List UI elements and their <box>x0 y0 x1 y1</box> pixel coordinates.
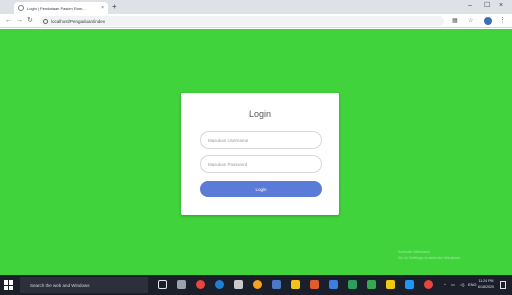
watermark-line-2: Go to Settings to activate Windows. <box>398 255 462 260</box>
address-bar-row: ← → ↻ localhost/Pengaduan/index ▦ ☆ ⋮ <box>0 14 512 28</box>
login-card: Login Login <box>181 93 339 215</box>
taskbar-search-placeholder: Search the web and Windows <box>30 282 90 288</box>
page-background: Login Login Activate Windows Go to Setti… <box>0 29 512 275</box>
browser-tab[interactable]: Login | Pendataan Pasien Rum... × <box>14 2 108 14</box>
opera-icon[interactable] <box>196 280 205 289</box>
edge-icon[interactable] <box>215 280 224 289</box>
google-drive-icon[interactable] <box>367 280 376 289</box>
taskbar-search-box[interactable]: Search the web and Windows <box>20 277 148 293</box>
volume-icon[interactable]: ◁) <box>460 282 464 287</box>
translate-icon[interactable]: ▦ <box>452 17 458 25</box>
login-button[interactable]: Login <box>200 181 322 197</box>
info-icon[interactable] <box>43 18 48 24</box>
url-text: localhost/Pengaduan/index <box>51 18 106 24</box>
forward-arrow-icon[interactable]: → <box>16 16 23 26</box>
password-field-wrapper <box>200 155 322 173</box>
close-window-button[interactable]: × <box>499 1 503 11</box>
minimize-button[interactable]: – <box>468 1 472 11</box>
clock-date: 6/18/2020 <box>478 285 494 289</box>
app-icon-orange[interactable] <box>310 280 319 289</box>
activate-windows-watermark: Activate Windows Go to Settings to activ… <box>398 249 461 261</box>
username-input[interactable] <box>208 137 321 143</box>
new-tab-button[interactable]: + <box>112 2 117 12</box>
username-field-wrapper <box>200 131 322 149</box>
star-icon[interactable]: ☆ <box>468 17 473 25</box>
task-view-icon[interactable] <box>158 280 167 289</box>
reload-icon[interactable]: ↻ <box>27 16 33 26</box>
language-indicator[interactable]: ENG <box>468 282 477 287</box>
maximize-button[interactable]: ☐ <box>484 1 490 11</box>
network-icon[interactable]: ▭ <box>451 282 455 287</box>
app-icon-blue-2[interactable] <box>329 280 338 289</box>
browser-tab-bar: Login | Pendataan Pasien Rum... × + – ☐ … <box>0 0 512 14</box>
back-arrow-icon[interactable]: ← <box>5 16 12 26</box>
taskbar: Search the web and Windows ^ ▭ ◁) ENG 11… <box>0 275 512 295</box>
screen: Login | Pendataan Pasien Rum... × + – ☐ … <box>0 0 512 295</box>
password-input[interactable] <box>208 161 321 167</box>
tray-chevron-icon[interactable]: ^ <box>444 282 446 287</box>
tab-close-icon[interactable]: × <box>101 5 104 11</box>
app-icon-blue[interactable] <box>272 280 281 289</box>
windows-start-icon[interactable] <box>4 280 14 290</box>
login-title: Login <box>248 109 272 119</box>
system-clock[interactable]: 11:24 PM 6/18/2020 <box>478 278 494 290</box>
app-icon-yellow[interactable] <box>386 280 395 289</box>
app-icon-green[interactable] <box>348 280 357 289</box>
firefox-icon[interactable] <box>253 280 262 289</box>
address-bar[interactable]: localhost/Pengaduan/index <box>40 16 444 26</box>
file-explorer-icon[interactable] <box>291 280 300 289</box>
menu-kebab-icon[interactable]: ⋮ <box>499 16 506 26</box>
shopping-bag-icon[interactable] <box>234 280 243 289</box>
globe-icon <box>18 5 24 11</box>
app-icon-blue-3[interactable] <box>405 280 414 289</box>
store-icon[interactable] <box>177 280 186 289</box>
chrome-icon[interactable] <box>424 280 433 289</box>
notification-icon[interactable] <box>500 281 506 289</box>
tab-title: Login | Pendataan Pasien Rum... <box>27 5 86 11</box>
profile-avatar[interactable] <box>484 17 492 25</box>
